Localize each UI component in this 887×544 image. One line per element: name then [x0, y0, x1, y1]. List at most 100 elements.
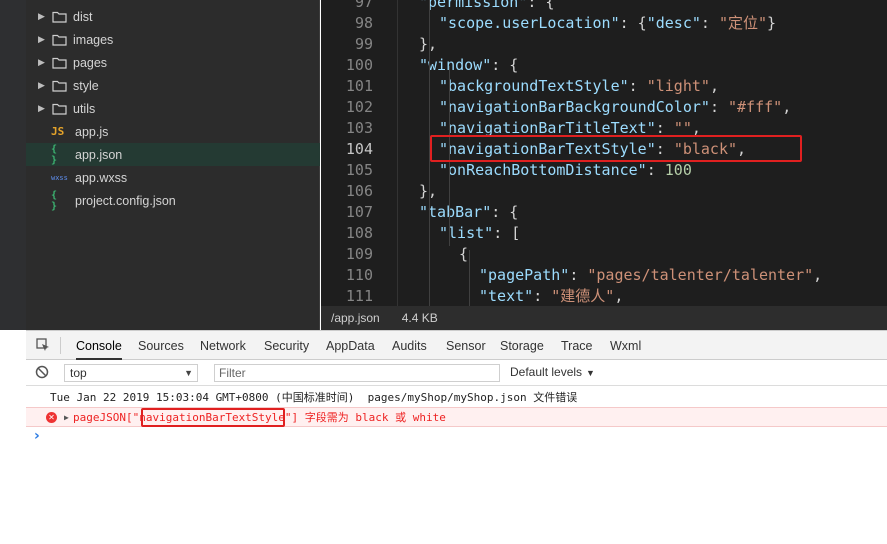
line-number: 107 [345, 203, 373, 221]
tab-divider [60, 337, 61, 354]
code-token: "scope.userLocation" [439, 14, 620, 32]
tab-security[interactable]: Security [264, 331, 309, 360]
code-text: "permission": { [419, 0, 554, 13]
code-token: "desc" [646, 14, 701, 32]
code-token: , [813, 266, 823, 284]
expand-triangle-icon[interactable]: ▶ [64, 408, 69, 428]
chevron-right-icon[interactable]: ▶ [38, 80, 48, 91]
code-line[interactable]: 108 "list": [ [321, 223, 887, 244]
code-token: , [709, 77, 719, 95]
code-line[interactable]: 111 "text": "建德人", [321, 286, 887, 306]
line-number: 102 [345, 98, 373, 116]
code-line[interactable]: 101 "backgroundTextStyle": "light", [321, 76, 887, 97]
line-number: 104 [345, 140, 373, 158]
code-line[interactable]: 97 "permission": { [321, 0, 887, 13]
console-log-message: Tue Jan 22 2019 15:03:04 GMT+0800 (中国标准时… [50, 391, 578, 404]
tab-sources[interactable]: Sources [138, 331, 184, 360]
code-token: 100 [664, 161, 692, 179]
tree-folder-style[interactable]: ▶ style [26, 74, 320, 97]
clear-console-icon[interactable] [35, 365, 49, 379]
tree-folder-pages[interactable]: ▶ pages [26, 51, 320, 74]
tab-audits[interactable]: Audits [392, 331, 427, 360]
tab-appdata[interactable]: AppData [326, 331, 375, 360]
tree-folder-utils[interactable]: ▶ utils [26, 97, 320, 120]
tree-item-label: pages [73, 55, 108, 70]
code-line[interactable]: 109 { [321, 244, 887, 265]
code-token: { [459, 245, 469, 263]
code-token: "navigationBarBackgroundColor" [439, 98, 710, 116]
code-text: "window": { [419, 55, 518, 76]
code-token: "light" [646, 77, 710, 95]
code-token: : [533, 287, 552, 305]
tab-sensor[interactable]: Sensor [446, 331, 486, 360]
line-number: 111 [345, 287, 373, 305]
tab-trace[interactable]: Trace [561, 331, 593, 360]
context-select[interactable]: top ▼ [64, 364, 198, 382]
line-number: 108 [345, 224, 373, 242]
code-token: : [628, 77, 647, 95]
tree-item-label: style [73, 78, 99, 93]
status-file-path: /app.json [331, 311, 380, 325]
chevron-right-icon[interactable]: ▶ [38, 103, 48, 114]
tree-file-item[interactable]: { } app.json [26, 143, 320, 166]
code-token: , [614, 287, 624, 305]
code-token: : { [527, 0, 555, 11]
code-line[interactable]: 105 "onReachBottomDistance": 100 [321, 160, 887, 181]
code-token: "#fff" [728, 98, 783, 116]
folder-icon [52, 80, 67, 92]
editor-status-bar: /app.json 4.4 KB [321, 306, 887, 330]
log-levels-dropdown[interactable]: Default levels ▼ [510, 365, 595, 379]
tab-network[interactable]: Network [200, 331, 246, 360]
tree-file-item[interactable]: JS app.js [26, 120, 320, 143]
code-line[interactable]: 100 "window": { [321, 55, 887, 76]
code-token: : { [619, 14, 647, 32]
tree-item-label: app.wxss [75, 170, 128, 185]
chevron-right-icon[interactable]: ▶ [38, 57, 48, 68]
code-token: : [646, 161, 665, 179]
context-value: top [70, 366, 87, 380]
code-token: : [ [493, 224, 521, 242]
tree-file-item[interactable]: wxss app.wxss [26, 166, 320, 189]
code-token: "backgroundTextStyle" [439, 77, 629, 95]
indent-guide [469, 250, 470, 306]
activity-strip [0, 0, 26, 330]
tab-storage[interactable]: Storage [500, 331, 544, 360]
tree-item-label: utils [73, 101, 96, 116]
code-token: : { [491, 203, 519, 221]
file-explorer: ▶ dist ▶ images ▶ pages ▶ style ▶ utils JS app.js { … [26, 0, 320, 330]
levels-label: Default levels [510, 365, 583, 379]
line-number: 105 [345, 161, 373, 179]
code-token: "text" [479, 287, 534, 305]
tab-console[interactable]: Console [76, 331, 122, 360]
error-icon: ✕ [46, 412, 57, 423]
chevron-right-icon[interactable]: ▶ [38, 34, 48, 45]
code-token: "pagePath" [479, 266, 570, 284]
code-line[interactable]: 102 "navigationBarBackgroundColor": "#fff… [321, 97, 887, 118]
inspect-icon[interactable] [36, 338, 50, 352]
tree-folder-dist[interactable]: ▶ dist [26, 5, 320, 28]
code-line[interactable]: 107 "tabBar": { [321, 202, 887, 223]
line-number: 97 [354, 0, 373, 11]
tab-wxml[interactable]: Wxml [610, 331, 641, 360]
filter-input[interactable] [214, 364, 500, 382]
code-text: "text": "建德人", [479, 286, 623, 306]
console-toolbar: top ▼ Default levels▼ [26, 360, 887, 386]
code-line[interactable]: 110 "pagePath": "pages/talenter/talenter"… [321, 265, 887, 286]
folder-icon [52, 34, 67, 46]
code-line[interactable]: 98 "scope.userLocation": {"desc": "定位"} [321, 13, 887, 34]
code-token: "permission" [419, 0, 528, 11]
code-token: : [709, 98, 728, 116]
line-number: 110 [345, 266, 373, 284]
folder-icon [52, 103, 67, 115]
code-line[interactable]: 106}, [321, 181, 887, 202]
tree-item-label: app.js [75, 124, 109, 139]
chevron-right-icon[interactable]: ▶ [38, 11, 48, 22]
code-line[interactable]: 99}, [321, 34, 887, 55]
tree-folder-images[interactable]: ▶ images [26, 28, 320, 51]
tree-file-item[interactable]: { } project.config.json [26, 189, 320, 212]
console-prompt-icon[interactable]: › [34, 428, 40, 444]
code-token: "list" [439, 224, 494, 242]
tree-item-label: images [73, 32, 114, 47]
code-token: : [700, 14, 719, 32]
error-annotation-highlight [141, 408, 285, 427]
